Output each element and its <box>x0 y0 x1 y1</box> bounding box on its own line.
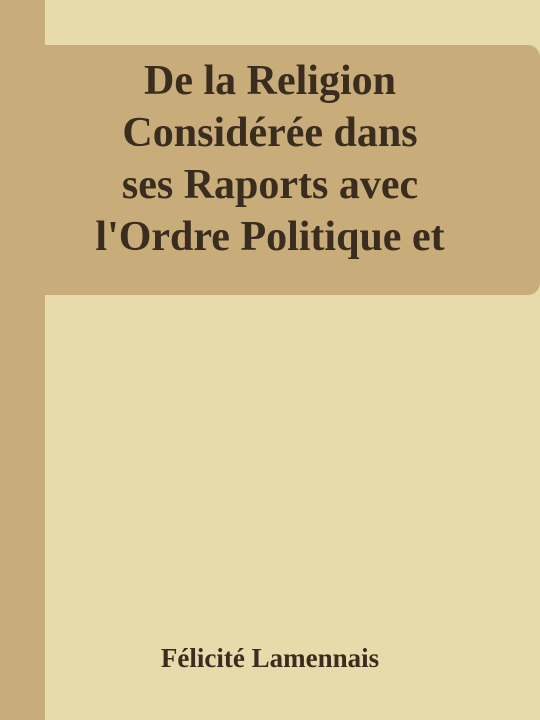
title-line-2: Considérée dans <box>122 110 418 156</box>
title-line-3: ses Raports avec <box>121 162 419 208</box>
book-author: Félicité Lamennais <box>160 643 380 673</box>
title-line-4: l'Ordre Politique et <box>95 214 445 260</box>
book-cover: De la Religion Considérée dans ses Rapor… <box>0 0 540 720</box>
title-line-1: De la Religion <box>144 58 396 104</box>
book-title: De la Religion Considérée dans ses Rapor… <box>45 55 495 290</box>
cover-spine-band <box>0 0 45 720</box>
